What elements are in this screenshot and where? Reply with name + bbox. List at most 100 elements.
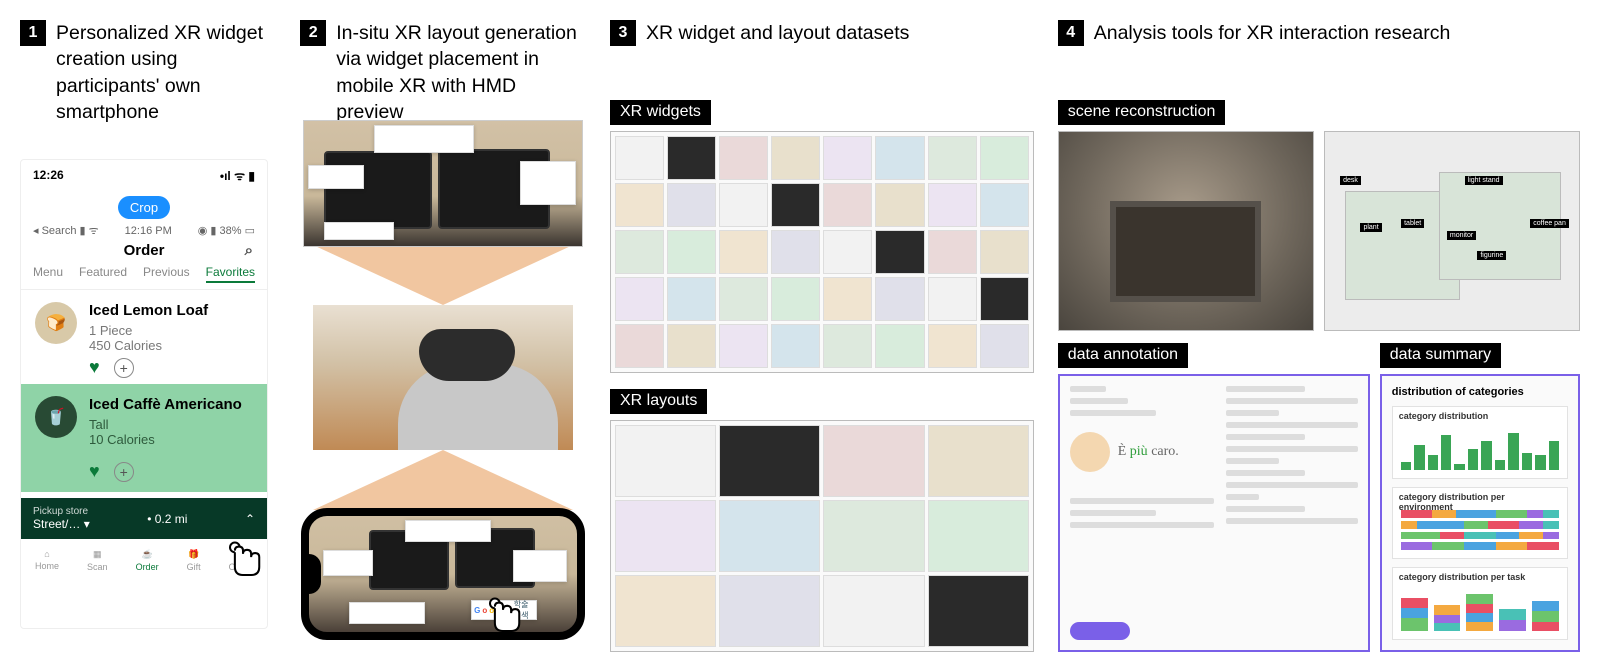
scene-row: desk plant tablet light stand monitor fi… xyxy=(1058,131,1580,331)
montage-tile xyxy=(719,575,820,647)
panel-2-body: Google 학술검색 xyxy=(300,120,586,640)
tab-featured[interactable]: Featured xyxy=(79,265,127,283)
tab-menu[interactable]: Menu xyxy=(33,265,63,283)
item2-line1: Tall xyxy=(89,417,242,432)
montage-tile xyxy=(823,230,872,274)
montage-tile xyxy=(928,183,977,227)
plus-icon[interactable]: + xyxy=(114,358,134,378)
chart-3-bars xyxy=(1401,590,1559,631)
montage-tile xyxy=(823,183,872,227)
xr-note-d xyxy=(349,602,425,624)
tag-coffee: coffee pan xyxy=(1530,219,1569,228)
tag-plant: plant xyxy=(1360,223,1381,232)
montage-tile xyxy=(823,277,872,321)
panel-3: 3 XR widget and layout datasets XR widge… xyxy=(610,20,1034,640)
montage-tile xyxy=(667,136,716,180)
panel-badge-1: 1 xyxy=(20,20,46,46)
item2-actions: ♥ + xyxy=(21,457,267,492)
heart-icon[interactable]: ♥ xyxy=(89,461,100,482)
chart-2-stacks xyxy=(1401,510,1559,551)
scene-recon-photo xyxy=(1058,131,1314,331)
plus-icon[interactable]: + xyxy=(114,462,134,482)
tab-favorites[interactable]: Favorites xyxy=(206,265,255,283)
montage-tile xyxy=(615,425,716,497)
scene-recon-boxes: desk plant tablet light stand monitor fi… xyxy=(1324,131,1580,331)
montage-tile xyxy=(615,500,716,572)
tab-scan[interactable]: ▦Scan xyxy=(87,549,108,572)
user-hmd-photo xyxy=(313,305,573,450)
montage-tile xyxy=(928,425,1029,497)
montage-tile xyxy=(615,230,664,274)
xr-note-3 xyxy=(520,161,576,205)
item1-line2: 450 Calories xyxy=(89,338,208,353)
annotation-body: È più caro. xyxy=(1070,386,1358,640)
subtitle-summary: data summary xyxy=(1380,343,1501,368)
montage-tile xyxy=(875,230,924,274)
tab-gift[interactable]: 🎁Gift xyxy=(187,549,201,572)
menu-item-1[interactable]: 🍞 Iced Lemon Loaf 1 Piece 450 Calories xyxy=(21,290,267,363)
projection-beam-top xyxy=(313,245,573,305)
panel-1-caption: Personalized XR widget creation using pa… xyxy=(56,20,276,125)
subtitle-layouts: XR layouts xyxy=(610,389,707,414)
item1-line1: 1 Piece xyxy=(89,323,208,338)
widgets-montage xyxy=(610,131,1034,373)
heart-icon[interactable]: ♥ xyxy=(89,357,100,378)
panel-4-title: 4 Analysis tools for XR interaction rese… xyxy=(1058,20,1580,78)
item1-name: Iced Lemon Loaf xyxy=(89,302,208,319)
monitor-1 xyxy=(324,151,432,229)
montage-tile xyxy=(719,136,768,180)
annotation-phrase: È più caro. xyxy=(1118,444,1179,460)
montage-tile xyxy=(928,277,977,321)
montage-tile xyxy=(928,324,977,368)
xr-note-b xyxy=(405,520,491,542)
montage-tile xyxy=(667,230,716,274)
status-icons: •ıl ᯤ ▮ xyxy=(220,167,255,184)
panel-4: 4 Analysis tools for XR interaction rese… xyxy=(1058,20,1580,640)
hmd-preview-shot xyxy=(303,120,583,247)
menu-item-2[interactable]: 🥤 Iced Caffè Americano Tall 10 Calories xyxy=(21,384,267,457)
crop-button[interactable]: Crop xyxy=(118,196,170,219)
pickup-left: Pickup store Street/… ▾ xyxy=(33,506,90,531)
montage-tile xyxy=(667,183,716,227)
montage-tile xyxy=(615,277,664,321)
tag-tablet: tablet xyxy=(1401,219,1424,228)
montage-tile xyxy=(615,136,664,180)
panel-4-caption: Analysis tools for XR interaction resear… xyxy=(1094,20,1451,46)
panel-2-title: 2 In-situ XR layout generation via widge… xyxy=(300,20,586,108)
panel-2: 2 In-situ XR layout generation via widge… xyxy=(300,20,586,640)
montage-tile xyxy=(771,230,820,274)
tab-order[interactable]: ☕Order xyxy=(136,549,159,572)
xr-note-4 xyxy=(324,222,394,240)
panel-badge-4: 4 xyxy=(1058,20,1084,46)
montage-tile xyxy=(875,277,924,321)
section-xr-widgets: XR widgets xyxy=(610,100,1034,373)
inner-statusbar: ◂ Search ▮ ᯤ 12:16 PM ◉ ▮ 38% ▭ xyxy=(21,223,267,238)
subtitle-annotation: data annotation xyxy=(1058,343,1188,368)
item1-actions: ♥ + xyxy=(21,357,267,378)
annotation-right xyxy=(1226,386,1357,640)
panel-badge-3: 3 xyxy=(610,20,636,46)
mobile-xr-shot: Google 학술검색 xyxy=(301,508,585,640)
chart-2: category distribution per environment xyxy=(1392,487,1568,560)
status-time: 12:26 xyxy=(33,168,64,182)
widgets-grid xyxy=(615,136,1029,368)
montage-tile xyxy=(771,324,820,368)
submit-button[interactable] xyxy=(1070,622,1130,640)
montage-tile xyxy=(928,575,1029,647)
scan-icon: ▦ xyxy=(93,549,102,560)
gift-icon: 🎁 xyxy=(188,549,199,560)
chevron-up-icon[interactable]: ⌃ xyxy=(245,512,255,526)
tap-hand-icon xyxy=(473,588,533,640)
tap-hand-icon xyxy=(213,532,268,592)
montage-tile xyxy=(771,183,820,227)
tab-home[interactable]: ⌂Home xyxy=(35,549,59,571)
item1-thumb: 🍞 xyxy=(35,302,77,344)
xr-note-c xyxy=(513,550,567,582)
search-icon[interactable]: ⌕ xyxy=(245,242,253,259)
panel-3-caption: XR widget and layout datasets xyxy=(646,20,909,46)
montage-tile xyxy=(875,136,924,180)
item2-info: Iced Caffè Americano Tall 10 Calories xyxy=(89,396,242,447)
tab-previous[interactable]: Previous xyxy=(143,265,190,283)
cup-icon: ☕ xyxy=(141,549,152,560)
panel-2-caption: In-situ XR layout generation via widget … xyxy=(336,20,586,125)
